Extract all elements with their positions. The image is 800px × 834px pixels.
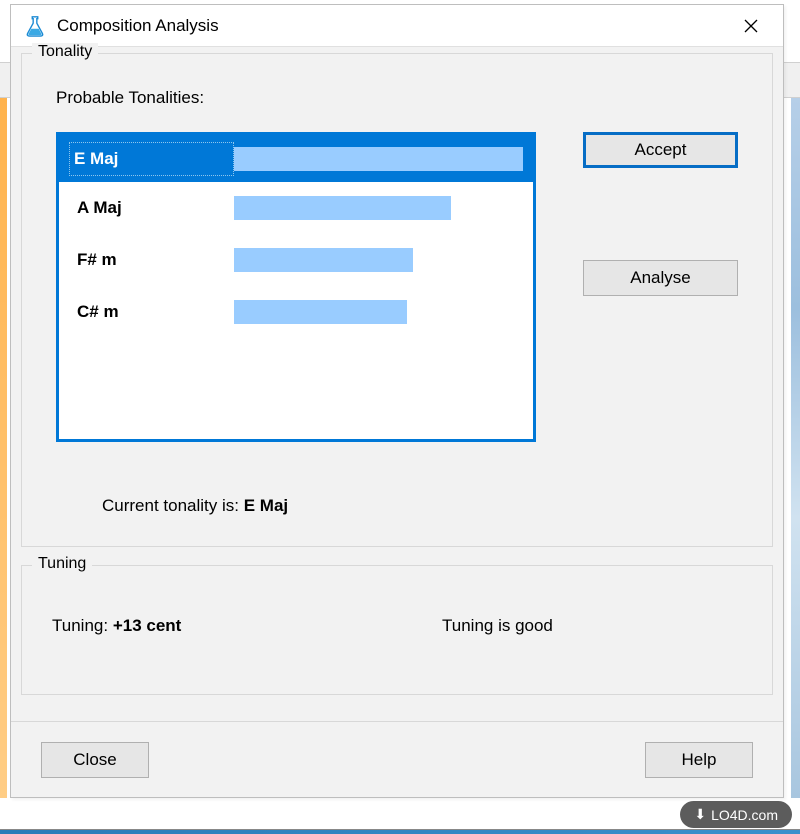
tuning-value-text: Tuning: +13 cent [52,616,442,636]
accept-button[interactable]: Accept [583,132,738,168]
tuning-group: Tuning Tuning: +13 cent Tuning is good [21,565,773,695]
tonality-name: F# m [69,244,234,276]
probability-bar [234,196,523,220]
titlebar: Composition Analysis [11,5,783,47]
watermark: ⬇ LO4D.com [680,801,792,828]
probable-tonalities-label: Probable Tonalities: [56,88,204,108]
current-tonality-label: Current tonality is: [102,496,239,515]
bg-waveform-right [791,98,800,798]
bg-waveform-left [0,98,7,798]
flask-icon [23,14,47,38]
watermark-text: LO4D.com [711,807,778,823]
tuning-value: +13 cent [113,616,182,635]
list-item[interactable]: C# m [59,286,533,338]
tonality-name: E Maj [69,142,234,176]
analyse-button[interactable]: Analyse [583,260,738,296]
tonality-group: Tonality Probable Tonalities: E Maj A Ma… [21,53,773,547]
tuning-group-label: Tuning [32,555,92,573]
probability-bar [234,248,523,272]
app-footer-line [0,829,800,834]
list-item[interactable]: F# m [59,234,533,286]
tonality-list[interactable]: E Maj A Maj F# m C# m [56,132,536,442]
download-icon: ⬇ [694,806,706,823]
list-item[interactable]: A Maj [59,182,533,234]
tonality-name: A Maj [69,192,234,224]
tonality-action-buttons: Accept Analyse [583,132,738,296]
window-title: Composition Analysis [57,16,731,36]
tonality-group-label: Tonality [32,43,98,61]
current-tonality-text: Current tonality is: E Maj [102,496,288,516]
list-item[interactable]: E Maj [59,135,533,182]
tonality-name: C# m [69,296,234,328]
close-button[interactable]: Close [41,742,149,778]
composition-analysis-dialog: Composition Analysis Tonality Probable T… [10,4,784,798]
tuning-label: Tuning: [52,616,108,635]
close-icon[interactable] [731,11,771,41]
probability-bar [234,300,523,324]
probability-bar [234,147,523,171]
dialog-footer: Close Help [11,721,783,797]
tuning-status: Tuning is good [442,616,742,636]
current-tonality-value: E Maj [244,496,288,515]
help-button[interactable]: Help [645,742,753,778]
